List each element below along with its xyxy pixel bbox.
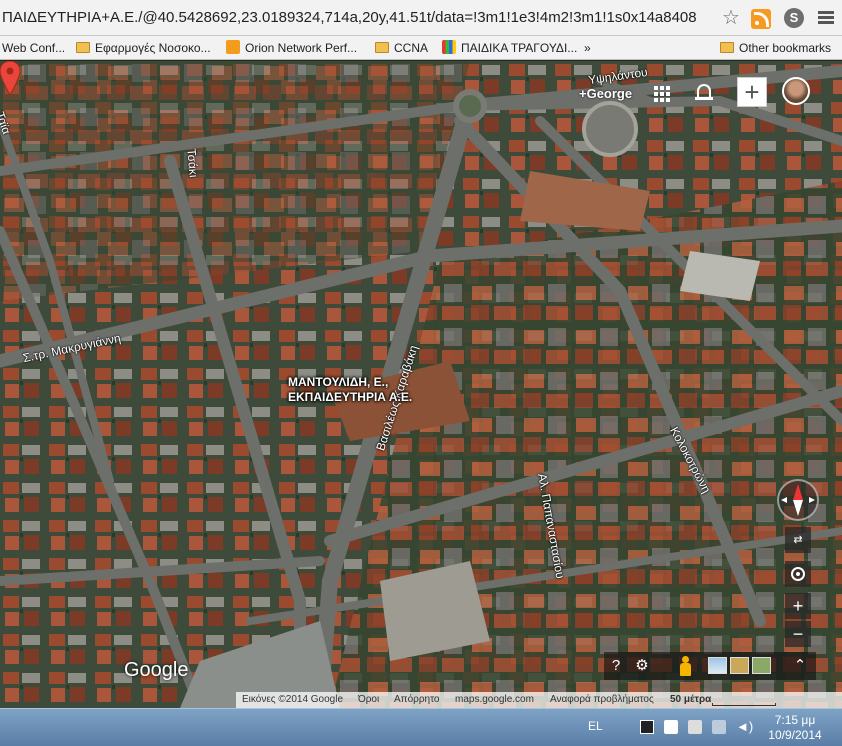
user-link[interactable]: +George [579,86,632,101]
orion-icon [226,40,240,54]
language-indicator[interactable]: EL [588,719,603,733]
compass-control[interactable] [777,479,819,521]
bookmark-orion[interactable]: Orion Network Perf... [226,39,357,57]
zoom-out-button[interactable]: − [785,621,811,647]
scale-label[interactable]: 50 μέτρα [670,694,711,705]
street-label-tsaki: Τσάκι [184,147,201,179]
compass-icon [781,484,815,516]
chevron-up-icon[interactable]: ⌃ [790,656,810,676]
scale-bar [712,703,776,706]
folder-icon [720,42,734,53]
map-thumb-icon[interactable] [752,657,771,674]
tilt-button[interactable]: ⇄ [785,527,811,553]
rss-icon[interactable] [751,9,771,29]
clock[interactable]: 7:15 μμ 10/9/2014 [760,713,830,743]
avatar[interactable] [782,77,810,105]
satellite-map[interactable]: Τσάκι Σ.τρ. Μακρυγιάννη Βασιλέως Καραβάκ… [0,61,842,708]
kids-icon [442,40,456,54]
map-footer: Εικόνες ©2014 Google Όροι Απόρρητο maps.… [0,692,842,708]
folder-icon [375,42,389,53]
notifications-bell-icon[interactable] [695,84,713,100]
folder-icon [76,42,90,53]
url-input[interactable]: ΠΑΙΔΕΥΤΗΡΙΑ+Α.Ε./@40.5428692,23.0189324,… [0,5,740,31]
tray-printer-icon[interactable] [688,720,702,734]
menu-icon[interactable] [818,11,834,25]
extension-icon[interactable] [784,8,804,28]
bookmark-nosokomeio[interactable]: Εφαρμογές Νοσοκο... [76,39,211,57]
bottom-tray: ? ⚙ ⌃ [604,652,816,680]
place-label[interactable]: ΜΑΝΤΟΥΛΙΔΗ, Ε., ΕΚΠΑΙΔΕΥΤΗΡΙΑ Α.Ε. [288,375,412,405]
privacy-link[interactable]: Απόρρητο [394,694,439,705]
pegman-icon[interactable] [680,656,691,676]
bookmarks-bar: Web Conf... Εφαρμογές Νοσοκο... Orion Ne… [0,36,842,60]
apps-grid-icon[interactable] [654,86,670,102]
tray-app-icon[interactable] [640,720,654,734]
tray-flag-icon[interactable] [664,720,678,734]
settings-gear-icon[interactable]: ⚙ [632,656,652,676]
address-bar: ΠΑΙΔΕΥΤΗΡΙΑ+Α.Ε./@40.5428692,23.0189324,… [0,0,842,36]
bookmark-web-conf[interactable]: Web Conf... [2,39,65,57]
site-link[interactable]: maps.google.com [455,694,534,705]
my-location-button[interactable] [785,561,811,587]
zoom-in-button[interactable]: + [785,593,811,619]
tray-volume-icon[interactable]: ◄) [736,720,753,734]
terrain-thumb-icon[interactable] [730,657,749,674]
tray-network-icon[interactable] [712,720,726,734]
report-problem-link[interactable]: Αναφορά προβλήματος [550,694,654,705]
earth-thumb-icon[interactable] [708,657,727,674]
other-bookmarks[interactable]: Other bookmarks [720,39,831,57]
share-plus-button[interactable]: + [737,77,767,107]
map-marker-icon[interactable] [0,61,20,95]
location-target-icon [791,567,805,581]
bookmark-star-icon[interactable]: ☆ [720,7,742,29]
bookmark-paidika[interactable]: ΠΑΙΔΙΚΑ ΤΡΑΓΟΥΔΙ... [442,39,577,57]
satellite-imagery [0,61,842,708]
imagery-credit: Εικόνες ©2014 Google [242,694,344,705]
terms-link[interactable]: Όροι [358,694,379,705]
bookmarks-more[interactable]: » [584,39,591,57]
help-icon[interactable]: ? [606,656,626,676]
bookmark-ccna[interactable]: CCNA [375,39,428,57]
google-logo: Google [124,659,189,681]
taskbar: EL ◄) 7:15 μμ 10/9/2014 [0,708,842,746]
